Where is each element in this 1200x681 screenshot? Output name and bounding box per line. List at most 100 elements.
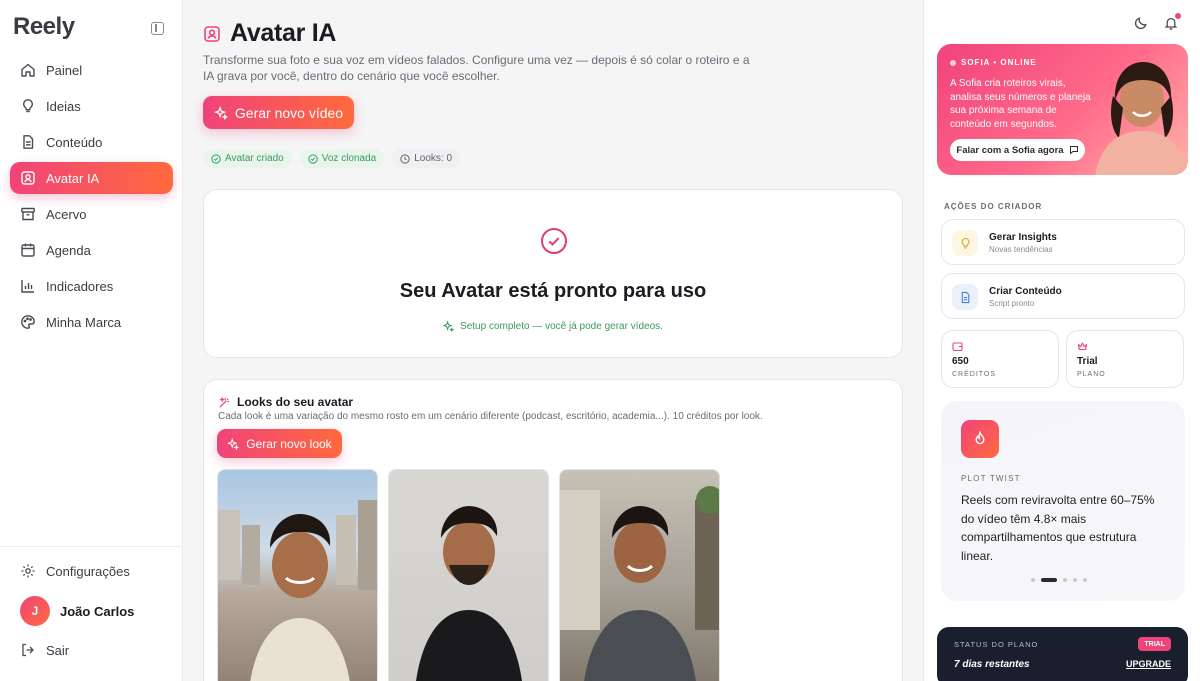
status-badge-avatar: Avatar criado: [203, 149, 292, 168]
avatar: J: [20, 596, 50, 626]
collapse-sidebar-icon[interactable]: [151, 22, 164, 35]
chat-icon: [1069, 146, 1078, 155]
notification-dot: [1175, 13, 1181, 19]
credits-value: 650: [952, 356, 969, 367]
credits-stat: 650 CRÉDITOS: [941, 330, 1059, 388]
sidebar-item-acervo[interactable]: Acervo: [10, 198, 173, 230]
sidebar-item-label: Conteúdo: [46, 134, 103, 150]
flame-icon: [961, 420, 999, 458]
carousel-dot[interactable]: [1083, 578, 1087, 582]
portrait-image: [416, 506, 522, 681]
lightbulb-icon: [20, 98, 36, 114]
logout-icon: [22, 643, 34, 657]
looks-description: Cada look é uma variação do mesmo rosto …: [218, 411, 763, 422]
moon-icon[interactable]: [1134, 16, 1148, 30]
wallet-icon: [952, 342, 963, 352]
tip-label: PLOT TWIST: [961, 474, 1021, 483]
check-circle-icon: [541, 228, 567, 254]
sidebar-item-label: Indicadores: [46, 278, 114, 294]
sofia-description: A Sofia cria roteiros virais, analisa se…: [950, 78, 1091, 130]
look-thumbnail-studio[interactable]: [388, 469, 549, 681]
looks-title-text: Looks do seu avatar: [237, 395, 354, 409]
palette-icon: [20, 314, 36, 330]
tip-carousel: PLOT TWIST Reels com reviravolta entre 6…: [941, 401, 1185, 601]
sidebar-item-painel[interactable]: Painel: [10, 54, 173, 86]
document-icon: [20, 134, 36, 150]
portrait-image: [560, 486, 719, 681]
carousel-dot[interactable]: [1073, 578, 1077, 582]
magic-wand-icon: [219, 396, 230, 408]
create-content-button[interactable]: Criar Conteúdo Script pronto: [941, 273, 1185, 319]
avatar-icon: [20, 170, 36, 186]
action-title: Gerar Insights: [989, 232, 1057, 243]
sidebar-item-minha-marca[interactable]: Minha Marca: [10, 306, 173, 338]
avatar-ready-subtitle: Setup completo — você já pode gerar víde…: [204, 321, 902, 332]
carousel-dot[interactable]: [1031, 578, 1035, 582]
generate-video-label: Gerar novo vídeo: [234, 104, 344, 121]
crown-icon: [1077, 342, 1088, 351]
sidebar-item-label: Acervo: [46, 206, 87, 222]
credits-label: CRÉDITOS: [952, 371, 997, 378]
avatar-ready-subtitle-text: Setup completo — você já pode gerar víde…: [460, 321, 663, 332]
status-badge-looks: Looks: 0: [392, 149, 461, 168]
sidebar-item-agenda[interactable]: Agenda: [10, 234, 173, 266]
sofia-status: SOFIA • ONLINE: [950, 58, 1037, 67]
right-panel: SOFIA • ONLINE A Sofia cria roteiros vir…: [923, 0, 1200, 681]
carousel-dot[interactable]: [1063, 578, 1067, 582]
look-thumbnail-city[interactable]: [217, 469, 378, 681]
user-profile[interactable]: J João Carlos: [20, 596, 134, 626]
page-description: Transforme sua foto e sua voz em vídeos …: [203, 53, 750, 83]
notifications-button[interactable]: [1164, 13, 1181, 35]
talk-to-sofia-button[interactable]: Falar com a Sofia agora: [950, 139, 1085, 161]
reely-logo[interactable]: Reely: [13, 13, 75, 41]
sidebar: Reely Painel Ideias Conteúdo Avatar IA A…: [0, 0, 183, 681]
carousel-dots: [1031, 578, 1087, 582]
sofia-assistant-card: SOFIA • ONLINE A Sofia cria roteiros vir…: [937, 44, 1188, 175]
generate-look-label: Gerar novo look: [246, 436, 332, 451]
sparkles-icon: [443, 321, 455, 332]
sidebar-item-avatar-ia[interactable]: Avatar IA: [10, 162, 173, 194]
generate-insights-button[interactable]: Gerar Insights Novas tendências: [941, 219, 1185, 265]
sidebar-nav: Painel Ideias Conteúdo Avatar IA Acervo: [10, 54, 173, 342]
clock-icon: [400, 153, 410, 164]
generate-look-button[interactable]: Gerar novo look: [217, 429, 342, 458]
sparkles-icon: [213, 105, 228, 120]
talk-to-sofia-label: Falar com a Sofia agora: [956, 144, 1064, 156]
look-thumbnail-office[interactable]: [559, 469, 720, 681]
upgrade-link[interactable]: UPGRADE: [1126, 659, 1171, 669]
top-toolbar: [1134, 13, 1181, 35]
sidebar-item-label: Avatar IA: [46, 170, 100, 186]
settings-label: Configurações: [46, 563, 130, 579]
sidebar-divider: [0, 546, 183, 547]
plan-status-label: STATUS DO PLANO: [954, 640, 1039, 649]
sidebar-item-indicadores[interactable]: Indicadores: [10, 270, 173, 302]
sidebar-item-label: Painel: [46, 62, 83, 78]
plan-status-card: STATUS DO PLANO TRIAL 7 dias restantes U…: [937, 627, 1188, 681]
sidebar-item-configuracoes[interactable]: Configurações: [20, 563, 130, 579]
user-name: João Carlos: [60, 603, 135, 619]
status-badge: TRIAL: [1138, 637, 1171, 651]
plan-value: Trial: [1077, 356, 1098, 367]
chart-icon: [20, 278, 36, 294]
generate-video-button[interactable]: Gerar novo vídeo: [203, 96, 354, 129]
carousel-dot-active[interactable]: [1041, 578, 1057, 582]
logout-button[interactable]: Sair: [20, 642, 69, 658]
status-badge-label: Voz clonada: [321, 153, 377, 164]
creator-actions-heading: AÇÕES DO CRIADOR: [944, 202, 1043, 211]
sidebar-item-ideias[interactable]: Ideias: [10, 90, 173, 122]
sidebar-item-conteudo[interactable]: Conteúdo: [10, 126, 173, 158]
logout-label: Sair: [46, 642, 70, 658]
status-chips: Avatar criado Voz clonada Looks: 0: [203, 149, 461, 168]
main-content: Avatar IA Transforme sua foto e sua voz …: [183, 0, 923, 681]
sidebar-item-label: Ideias: [46, 98, 81, 114]
sofia-status-label: SOFIA • ONLINE: [961, 58, 1037, 67]
plan-label: PLANO: [1077, 371, 1106, 378]
online-dot: [950, 59, 956, 66]
check-circle-icon: [211, 153, 221, 164]
home-icon: [20, 62, 36, 78]
sidebar-item-label: Agenda: [46, 242, 91, 258]
archive-icon: [20, 206, 36, 222]
status-badge-voice: Voz clonada: [299, 149, 385, 168]
avatar-ready-title: Seu Avatar está pronto para uso: [399, 280, 707, 302]
page-title-text: Avatar IA: [230, 19, 337, 47]
